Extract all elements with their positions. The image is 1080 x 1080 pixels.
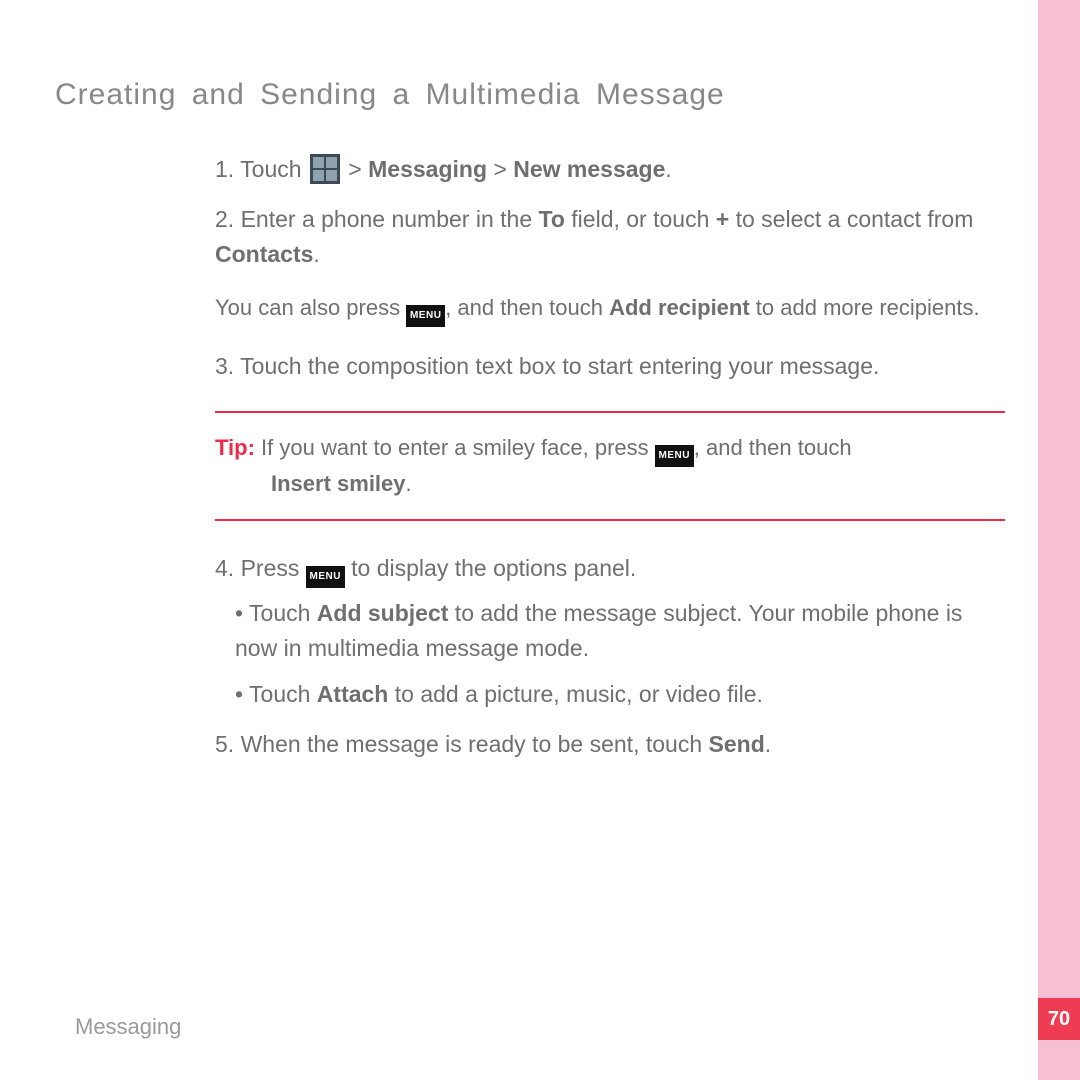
step-2: 2. Enter a phone number in the To field,… (215, 202, 1005, 273)
text: . (665, 156, 671, 182)
bold-text: Contacts (215, 241, 313, 267)
text: . (406, 471, 412, 496)
text: When the message is ready to be sent, to… (241, 731, 709, 757)
tip-label: Tip: (215, 435, 261, 460)
bold-text: + (716, 206, 729, 232)
bold-text: To (539, 206, 565, 232)
text: , and then touch (445, 295, 609, 320)
page-title: Creating and Sending a Multimedia Messag… (55, 78, 1025, 112)
text: Press (241, 555, 306, 581)
text: Touch (240, 156, 308, 182)
page-sidebar (1038, 0, 1080, 1080)
text: > (342, 156, 368, 182)
tip-line2: Insert smiley. (215, 467, 1005, 501)
menu-button-icon: MENU (406, 305, 445, 327)
step-number: 5. (215, 731, 241, 757)
bold-text: Send (709, 731, 765, 757)
bold-text: Attach (317, 681, 389, 707)
bullet-dot: • (235, 681, 249, 707)
step-5: 5. When the message is ready to be sent,… (215, 727, 1005, 763)
menu-button-icon: MENU (655, 445, 694, 467)
bullet-dot: • (235, 600, 249, 626)
text: to add a picture, music, or video file. (388, 681, 763, 707)
step-2-note: You can also press MENU, and then touch … (215, 291, 1005, 327)
text: to display the options panel. (345, 555, 637, 581)
bold-text: Insert smiley (271, 471, 406, 496)
bold-text: Add recipient (609, 295, 750, 320)
text: If you want to enter a smiley face, pres… (261, 435, 655, 460)
text: Touch (249, 600, 317, 626)
steps-list: 1. Touch > Messaging > New message. 2. E… (215, 152, 1005, 762)
text: You can also press (215, 295, 406, 320)
step-4: 4. Press MENU to display the options pan… (215, 551, 1005, 713)
footer-section-label: Messaging (75, 1014, 181, 1040)
text: to add more recipients. (750, 295, 980, 320)
step-number: 2. (215, 206, 241, 232)
bullet-item: • Touch Attach to add a picture, music, … (235, 677, 1005, 713)
text: . (313, 241, 319, 267)
text: Touch (249, 681, 317, 707)
text: , and then touch (694, 435, 852, 460)
step-1: 1. Touch > Messaging > New message. (215, 152, 1005, 188)
page-number: 70 (1048, 1008, 1070, 1031)
text: > (487, 156, 513, 182)
bold-text: New message (513, 156, 665, 182)
step-4-bullets: • Touch Add subject to add the message s… (235, 596, 1005, 713)
text: Enter a phone number in the (241, 206, 539, 232)
apps-grid-icon (310, 154, 340, 184)
bold-text: Messaging (368, 156, 487, 182)
text: Touch the composition text box to start … (240, 353, 879, 379)
page-number-badge: 70 (1038, 998, 1080, 1040)
menu-button-icon: MENU (306, 566, 345, 588)
step-number: 4. (215, 555, 241, 581)
text: to select a contact from (729, 206, 973, 232)
bullet-item: • Touch Add subject to add the message s… (235, 596, 1005, 667)
step-number: 3. (215, 353, 240, 379)
text: . (765, 731, 771, 757)
text: field, or touch (565, 206, 716, 232)
page-content: Creating and Sending a Multimedia Messag… (55, 78, 1025, 776)
tip-box: Tip: If you want to enter a smiley face,… (215, 411, 1005, 521)
step-number: 1. (215, 156, 240, 182)
bold-text: Add subject (317, 600, 449, 626)
step-3: 3. Touch the composition text box to sta… (215, 349, 1005, 385)
